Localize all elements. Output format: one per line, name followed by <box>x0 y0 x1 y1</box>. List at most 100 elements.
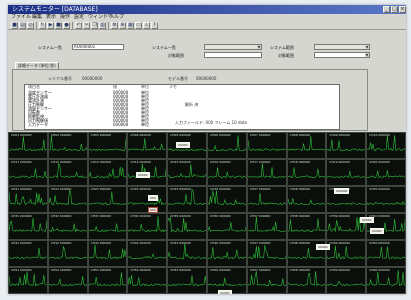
monitor-cell[interactable]: CH36 000000 <box>207 213 247 240</box>
menu-edit[interactable]: 編集 <box>32 14 42 21</box>
list-item[interactable]: 入力データ <box>28 123 48 127</box>
monitor-cell[interactable]: CH35 000000 <box>167 213 207 240</box>
monitor-cell[interactable]: CH23 000000 <box>87 186 128 213</box>
monitor-cell[interactable]: CH03 000000 <box>87 132 128 159</box>
monitor-cell[interactable]: CH55 000000 <box>167 267 207 294</box>
monitor-cell[interactable]: CH21 000000 <box>8 186 48 213</box>
monitor-cell[interactable]: CH32 000000 <box>47 213 88 240</box>
system-id-field[interactable]: RO000001 <box>72 44 124 50</box>
monitor-cell[interactable]: CH06 000000 <box>207 132 247 159</box>
monitor-cell[interactable]: CH43 000000 <box>87 240 128 267</box>
monitor-cell[interactable]: CH17 000000 <box>246 159 287 186</box>
undo-icon[interactable]: ↶ <box>75 22 82 29</box>
paste-icon[interactable]: ▥ <box>99 22 106 29</box>
monitor-cell[interactable]: CH34 000000 <box>127 213 168 240</box>
monitor-cell[interactable]: CH31 000000 <box>8 213 48 240</box>
event-marker[interactable]: 00000 <box>136 172 150 178</box>
column-header-name[interactable]: 項目名 <box>28 85 40 89</box>
event-marker[interactable]: 000 <box>148 207 158 213</box>
save-icon[interactable]: ■ <box>11 22 18 29</box>
zoom-icon[interactable]: ⊕ <box>119 22 126 29</box>
copy-icon[interactable]: ❐ <box>91 22 98 29</box>
tab-detail-data[interactable]: 詳細データ (単位:秒) <box>15 62 59 69</box>
monitor-cell[interactable]: CH47 000000 <box>246 240 287 267</box>
monitor-cell[interactable]: CH51 000000 <box>8 267 48 294</box>
system-list-select[interactable]: ▼ <box>204 44 262 50</box>
minimize-button[interactable]: _ <box>383 6 390 13</box>
event-marker[interactable]: 00000 <box>176 142 190 148</box>
target-range-field-2[interactable]: ▼ <box>314 52 370 58</box>
menu-help[interactable]: ヘルプ <box>109 14 124 21</box>
monitor-cell[interactable]: CH60 000000 <box>366 267 406 294</box>
start-icon[interactable]: ▶ <box>47 22 54 29</box>
print-icon[interactable]: ▤ <box>19 22 26 29</box>
chevron-down-icon[interactable]: ▼ <box>257 45 261 49</box>
column-header-unit[interactable]: 単位 <box>141 85 149 89</box>
monitor-cell[interactable]: CH22 000000 <box>47 186 88 213</box>
monitor-cell[interactable]: CH45 000000 <box>167 240 207 267</box>
monitor-cell[interactable]: CH09 000000 <box>326 132 367 159</box>
monitor-cell[interactable]: CH18 000000 <box>286 159 327 186</box>
chevron-down-icon[interactable]: ▼ <box>365 53 369 57</box>
target-range-field[interactable] <box>204 52 262 58</box>
maximize-button[interactable]: □ <box>391 6 398 13</box>
monitor-cell[interactable]: CH11 000000 <box>8 159 48 186</box>
monitor-cell[interactable]: CH13 000000 <box>87 159 128 186</box>
monitor-cell[interactable]: CH53 000000 <box>87 267 128 294</box>
monitor-cell[interactable]: CH04 000000 <box>127 132 168 159</box>
monitor-cell[interactable]: CH54 000000 <box>127 267 168 294</box>
cut-icon[interactable]: ✂ <box>83 22 90 29</box>
monitor-cell[interactable]: CH16 000000 <box>207 159 247 186</box>
monitor-cell[interactable]: CH44 000000 <box>127 240 168 267</box>
menu-file[interactable]: ファイル <box>11 14 31 21</box>
monitor-cell[interactable]: CH27 000000 <box>246 186 287 213</box>
monitor-cell[interactable]: CH10 000000 <box>366 132 406 159</box>
monitor-cell[interactable]: CH15 000000 <box>167 159 207 186</box>
monitor-cell[interactable]: CH50 000000 <box>366 240 406 267</box>
monitor-cell[interactable]: CH33 000000 <box>87 213 128 240</box>
monitor-cell[interactable]: CH07 000000 <box>246 132 287 159</box>
monitor-cell[interactable]: CH46 000000 <box>207 240 247 267</box>
monitor-cell[interactable]: CH30 000000 <box>366 186 406 213</box>
monitor-cell[interactable]: CH08 000000 <box>286 132 327 159</box>
monitor-cell[interactable]: CH49 000000 <box>326 240 367 267</box>
monitor-cell[interactable]: CH28 000000 <box>286 186 327 213</box>
pin-icon[interactable]: ⊥ <box>143 22 150 29</box>
monitor-cell[interactable]: CH59 000000 <box>326 267 367 294</box>
event-marker[interactable]: 000000 <box>334 188 350 194</box>
monitor-cell[interactable]: CH01 000000 <box>8 132 48 159</box>
monitor-cell[interactable]: CH57 000000 <box>246 267 287 294</box>
menu-operation[interactable]: 操作 <box>60 14 70 21</box>
menu-view[interactable]: 表示 <box>46 14 56 21</box>
close-button[interactable]: × <box>399 6 406 13</box>
system-range-select[interactable]: ▼ <box>314 44 370 50</box>
monitor-cell[interactable]: CH26 000000 <box>207 186 247 213</box>
monitor-cell[interactable]: CH37 000000 <box>246 213 287 240</box>
title-bar[interactable]: システムモニター [DATABASE] _ □ × <box>8 5 406 14</box>
event-marker[interactable]: 00000 <box>316 244 330 250</box>
monitor-cell[interactable]: CH38 000000 <box>286 213 327 240</box>
chevron-down-icon[interactable]: ▼ <box>365 45 369 49</box>
monitor-cell[interactable]: CH20 000000 <box>366 159 406 186</box>
menu-settings[interactable]: 設定 <box>74 14 84 21</box>
window-icon[interactable]: ▭ <box>135 22 142 29</box>
event-marker[interactable]: 00000 <box>360 217 374 223</box>
monitor-cell[interactable]: CH12 000000 <box>47 159 88 186</box>
settings-icon[interactable]: ⚙ <box>111 22 118 29</box>
monitor-cell[interactable]: CH41 000000 <box>8 240 48 267</box>
data-list[interactable]: 項目名 値 単位 メモ 温度センサー 000000 単位 電圧計測器 00000… <box>24 84 340 130</box>
event-marker[interactable]: 000 <box>148 195 158 201</box>
monitor-cell[interactable]: CH25 000000 <box>167 186 207 213</box>
stop-icon[interactable]: ■ <box>55 22 62 29</box>
chart-icon[interactable]: ▦ <box>127 22 134 29</box>
monitor-cell[interactable]: CH02 000000 <box>47 132 88 159</box>
monitor-cell[interactable]: CH52 000000 <box>47 267 88 294</box>
event-marker[interactable]: 00000 <box>370 228 384 234</box>
refresh-icon[interactable]: ↻ <box>39 22 46 29</box>
monitor-cell[interactable]: CH19 000000 <box>326 159 367 186</box>
search-icon[interactable]: ◎ <box>27 22 34 29</box>
help-icon[interactable]: ? <box>151 22 158 29</box>
column-header-memo[interactable]: メモ <box>169 85 177 89</box>
event-marker[interactable]: 00000 <box>218 290 232 294</box>
monitor-cell[interactable]: CH58 000000 <box>286 267 327 294</box>
